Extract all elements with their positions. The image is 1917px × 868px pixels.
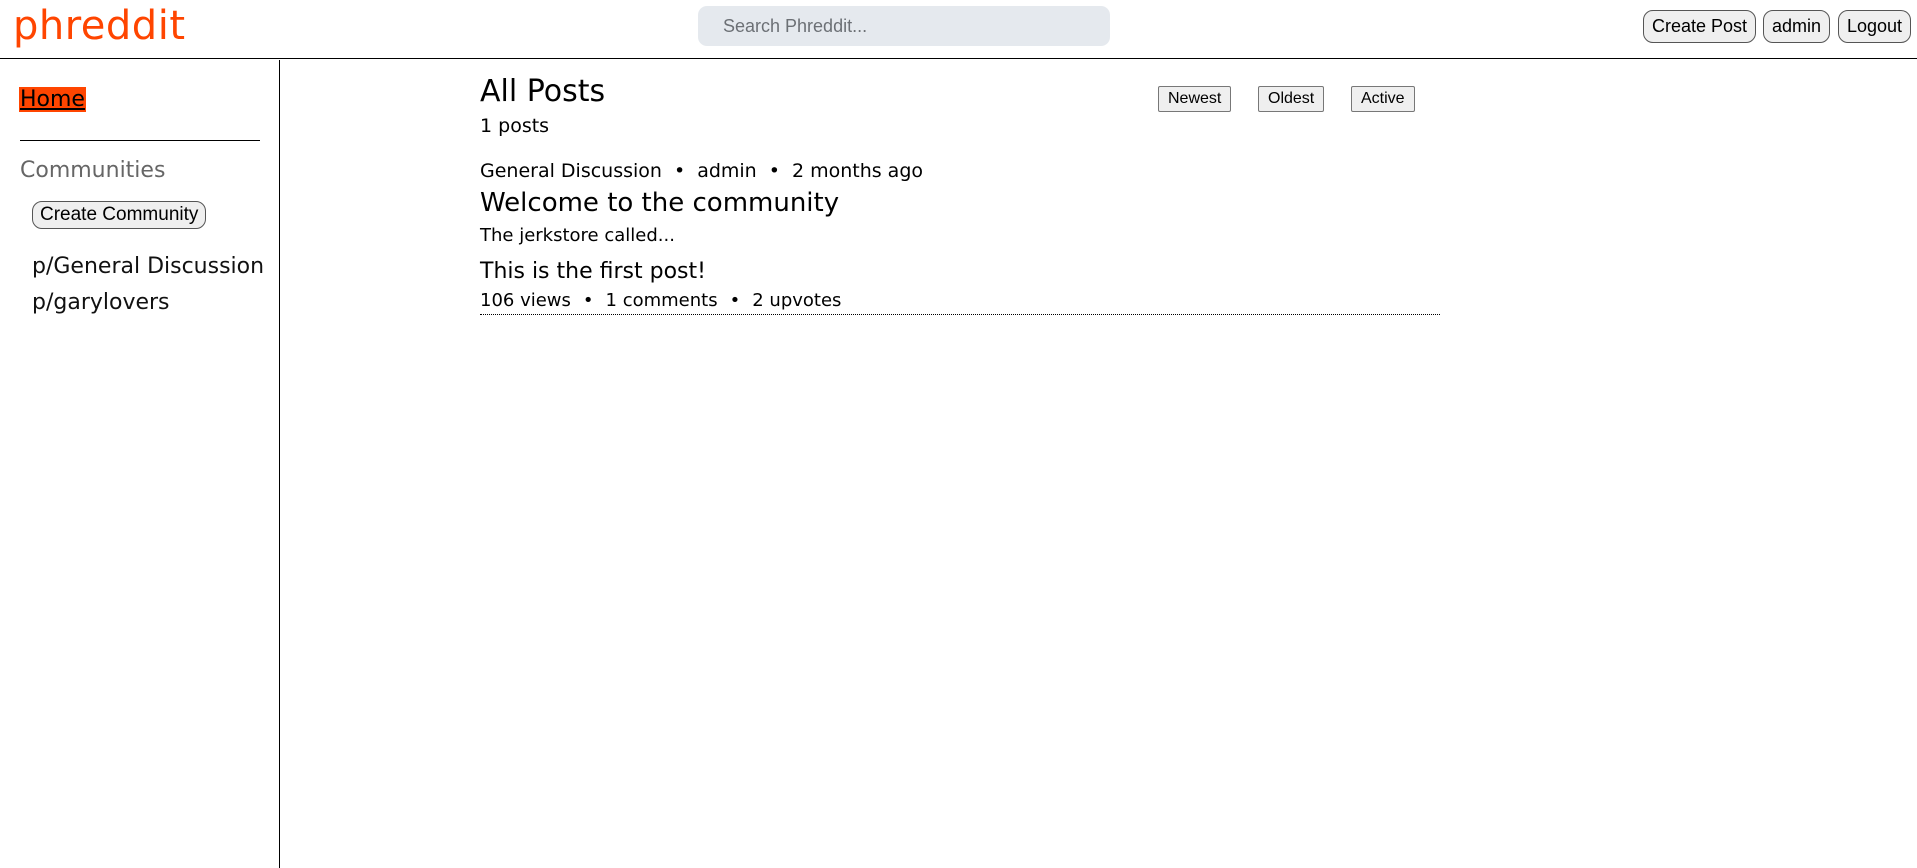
sidebar-divider <box>20 140 260 141</box>
post-meta: General Discussion • admin • 2 months ago <box>480 160 923 182</box>
post-comments: 1 comments <box>605 290 718 311</box>
page-title: All Posts <box>480 74 606 109</box>
post-upvotes: 2 upvotes <box>752 290 842 311</box>
sort-newest-button[interactable]: Newest <box>1158 86 1232 112</box>
sort-oldest-button[interactable]: Oldest <box>1258 86 1325 112</box>
meta-separator: • <box>768 160 780 182</box>
post-item[interactable]: General Discussion • admin • 2 months ago We… <box>480 160 1440 315</box>
meta-separator: • <box>673 160 686 182</box>
sidebar: Home Communities Create Community p/Gene… <box>0 60 280 868</box>
post-title[interactable]: Welcome to the community <box>480 188 839 218</box>
search-input[interactable] <box>698 6 1110 46</box>
post-stats: 106 views • 1 comments • 2 upvotes <box>480 290 841 311</box>
post-time: 2 months ago <box>791 160 924 182</box>
community-item-garylovers[interactable]: p/garylovers <box>32 290 170 315</box>
post-views: 106 views <box>480 290 571 311</box>
create-post-button[interactable]: Create Post <box>1643 10 1757 43</box>
home-link[interactable]: Home <box>19 87 86 112</box>
communities-heading: Communities <box>20 158 166 183</box>
phreddit-logo[interactable]: phreddit <box>13 3 186 49</box>
logout-button[interactable]: Logout <box>1838 10 1912 43</box>
sort-active-button[interactable]: Active <box>1351 86 1415 112</box>
post-count: 1 posts <box>480 115 550 137</box>
create-community-button[interactable]: Create Community <box>32 201 207 229</box>
post-author: admin <box>697 160 757 182</box>
post-community: General Discussion <box>480 160 662 182</box>
post-link-flair: The jerkstore called... <box>480 225 675 246</box>
community-item-general-discussion[interactable]: p/General Discussion <box>32 254 264 279</box>
stats-separator: • <box>582 290 594 311</box>
user-profile-button[interactable]: admin <box>1763 10 1831 43</box>
header: phreddit Create Post admin Logout <box>0 0 1917 59</box>
stats-separator: • <box>729 290 741 311</box>
post-content-preview: This is the first post! <box>480 259 706 284</box>
